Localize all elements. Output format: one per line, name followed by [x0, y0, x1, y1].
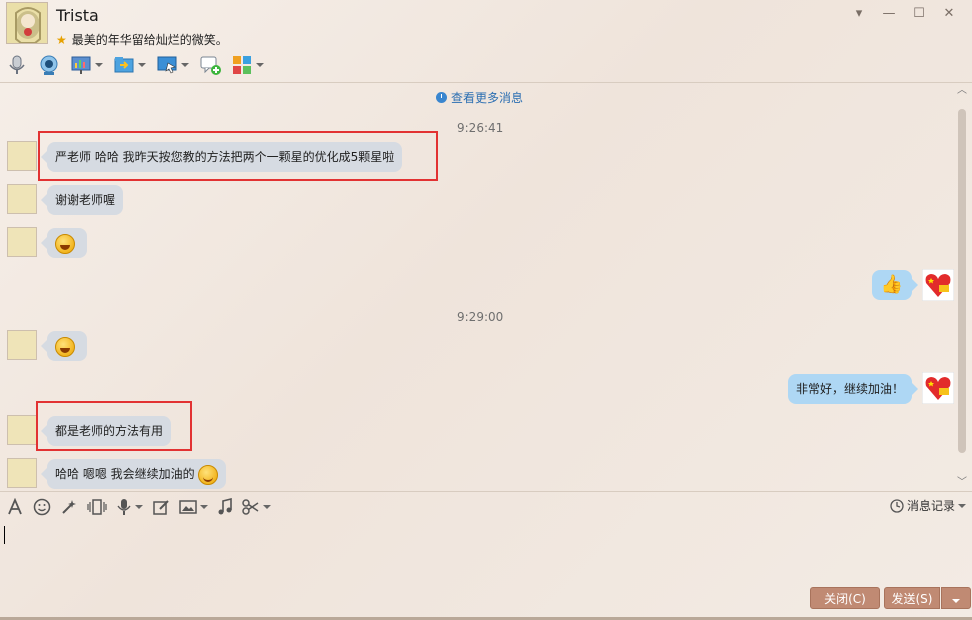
edit-icon	[153, 500, 169, 515]
avatar[interactable]	[7, 141, 37, 171]
text-cursor	[4, 526, 5, 544]
input-toolbar	[6, 496, 271, 518]
chevron-down-icon[interactable]	[138, 63, 146, 67]
remote-desktop-icon	[157, 56, 177, 74]
my-avatar[interactable]	[922, 269, 954, 301]
chevron-down-icon[interactable]	[181, 63, 189, 67]
message-bubble[interactable]: 都是老师的方法有用	[40, 416, 172, 446]
message-bubble-outgoing[interactable]: 非常好，继续加油！	[787, 374, 919, 404]
clock-icon	[436, 92, 447, 103]
dropdown-icon[interactable]: ▾	[844, 4, 874, 24]
smile-emoji-icon	[198, 464, 219, 485]
shake-window-icon	[87, 499, 107, 515]
thumbs-up-icon: 👍	[880, 274, 904, 295]
avatar[interactable]	[7, 415, 37, 445]
webcam-icon	[40, 55, 58, 75]
shake-button[interactable]	[87, 496, 107, 518]
input-divider	[0, 491, 972, 492]
chat-scrollbar[interactable]: ︿ ﹀	[956, 83, 968, 491]
avatar[interactable]	[7, 184, 37, 214]
grin-emoji-icon	[55, 233, 75, 254]
history-label: 消息记录	[906, 499, 955, 513]
chevron-down-icon[interactable]	[200, 505, 208, 509]
message-bubble-outgoing[interactable]: 👍	[872, 270, 918, 300]
signature-text: 最美的年华留给灿烂的微笑。	[71, 33, 228, 47]
music-button[interactable]	[217, 496, 233, 518]
avatar[interactable]	[7, 330, 37, 360]
message-bubble[interactable]: 严老师 哈哈 我昨天按您教的方法把两个一颗星的优化成5颗星啦	[40, 142, 403, 172]
scroll-up-icon[interactable]: ︿	[956, 85, 968, 97]
history-clock-icon	[890, 498, 904, 513]
chat-header: Trista ★ 最美的年华留给灿烂的微笑。 ▾ — ☐ ✕	[0, 0, 972, 82]
edit-button[interactable]	[152, 496, 170, 518]
message-bubble[interactable]	[41, 331, 87, 361]
add-chat-icon	[200, 56, 221, 75]
message-bubble[interactable]: 谢谢老师喔	[40, 185, 124, 215]
star-icon: ★	[56, 32, 67, 47]
remote-desktop-button[interactable]	[156, 53, 189, 77]
microphone-icon	[117, 499, 131, 515]
chevron-down-icon	[952, 599, 960, 603]
message-text: 哈哈 嗯嗯 我会继续加油的	[55, 467, 195, 481]
font-button[interactable]	[6, 496, 24, 518]
apps-grid-icon	[233, 56, 251, 74]
send-image-button[interactable]	[179, 496, 208, 518]
avatar[interactable]	[7, 458, 37, 488]
screenshot-button[interactable]	[242, 496, 271, 518]
send-file-button[interactable]	[113, 53, 146, 77]
scroll-down-icon[interactable]: ﹀	[956, 477, 968, 489]
music-note-icon	[218, 498, 232, 515]
contact-signature: ★ 最美的年华留给灿烂的微笑。	[56, 31, 228, 48]
minimize-icon[interactable]: —	[874, 4, 904, 24]
magic-wand-icon	[62, 500, 76, 514]
view-more-messages-link[interactable]: 查看更多消息	[436, 89, 523, 106]
view-more-label: 查看更多消息	[451, 91, 524, 105]
voice-message-button[interactable]	[116, 496, 143, 518]
chevron-down-icon[interactable]	[256, 63, 264, 67]
message-input[interactable]	[0, 520, 972, 582]
timestamp: 9:26:41	[457, 121, 504, 135]
contact-name: Trista	[56, 6, 99, 25]
send-options-button[interactable]	[941, 587, 971, 609]
chat-toolbar	[6, 52, 264, 78]
chevron-down-icon[interactable]	[958, 503, 966, 508]
avatar[interactable]	[7, 227, 37, 257]
message-bubble[interactable]: 哈哈 嗯嗯 我会继续加油的	[40, 459, 227, 489]
window-controls: ▾ — ☐ ✕	[844, 4, 964, 24]
message-bubble[interactable]	[41, 228, 87, 258]
folder-transfer-icon	[114, 57, 134, 73]
contact-avatar[interactable]	[6, 2, 48, 44]
screen-share-button[interactable]	[70, 53, 103, 77]
chevron-down-icon[interactable]	[263, 505, 271, 509]
scrollbar-thumb[interactable]	[958, 109, 966, 453]
chevron-down-icon[interactable]	[135, 505, 143, 509]
scissors-icon	[242, 499, 259, 515]
chevron-down-icon[interactable]	[95, 63, 103, 67]
grin-emoji-icon	[55, 336, 75, 357]
my-avatar[interactable]	[922, 372, 954, 404]
message-history-button[interactable]: 消息记录	[890, 497, 966, 514]
message-list[interactable]: 查看更多消息 9:26:41 严老师 哈哈 我昨天按您教的方法把两个一颗星的优化…	[0, 83, 972, 491]
apps-button[interactable]	[231, 53, 264, 77]
emoji-button[interactable]	[33, 496, 51, 518]
video-call-button[interactable]	[38, 53, 60, 77]
maximize-icon[interactable]: ☐	[904, 4, 934, 24]
font-icon	[8, 498, 22, 515]
magic-expression-button[interactable]	[60, 496, 78, 518]
close-icon[interactable]: ✕	[934, 4, 964, 24]
close-button[interactable]: 关闭(C)	[810, 587, 880, 609]
smiley-icon	[33, 498, 51, 516]
presentation-icon	[71, 56, 91, 74]
create-discussion-button[interactable]	[199, 53, 221, 77]
timestamp: 9:29:00	[457, 310, 504, 324]
image-icon	[179, 500, 197, 514]
voice-call-button[interactable]	[6, 53, 28, 77]
microphone-icon	[9, 55, 25, 74]
send-button[interactable]: 发送(S)	[884, 587, 940, 609]
